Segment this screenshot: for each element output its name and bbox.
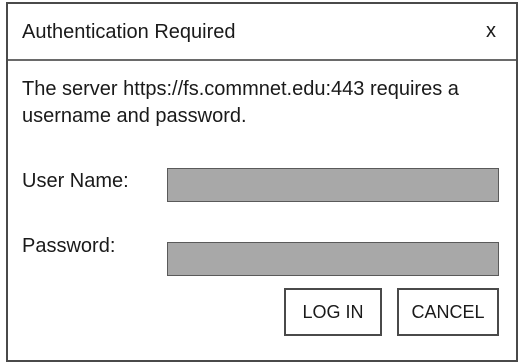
login-button[interactable]: LOG IN (284, 288, 382, 336)
password-input[interactable] (167, 242, 499, 276)
auth-dialog: Authentication Required x The server htt… (6, 2, 518, 362)
username-label: User Name: (22, 170, 129, 192)
dialog-title: Authentication Required (22, 21, 236, 43)
dialog-title-bar: Authentication Required x (8, 4, 516, 61)
close-button[interactable]: x (486, 19, 496, 43)
username-input[interactable] (167, 168, 499, 202)
cancel-button[interactable]: CANCEL (397, 288, 499, 336)
auth-message: The server https://fs.commnet.edu:443 re… (22, 78, 459, 127)
password-label: Password: (22, 235, 116, 257)
